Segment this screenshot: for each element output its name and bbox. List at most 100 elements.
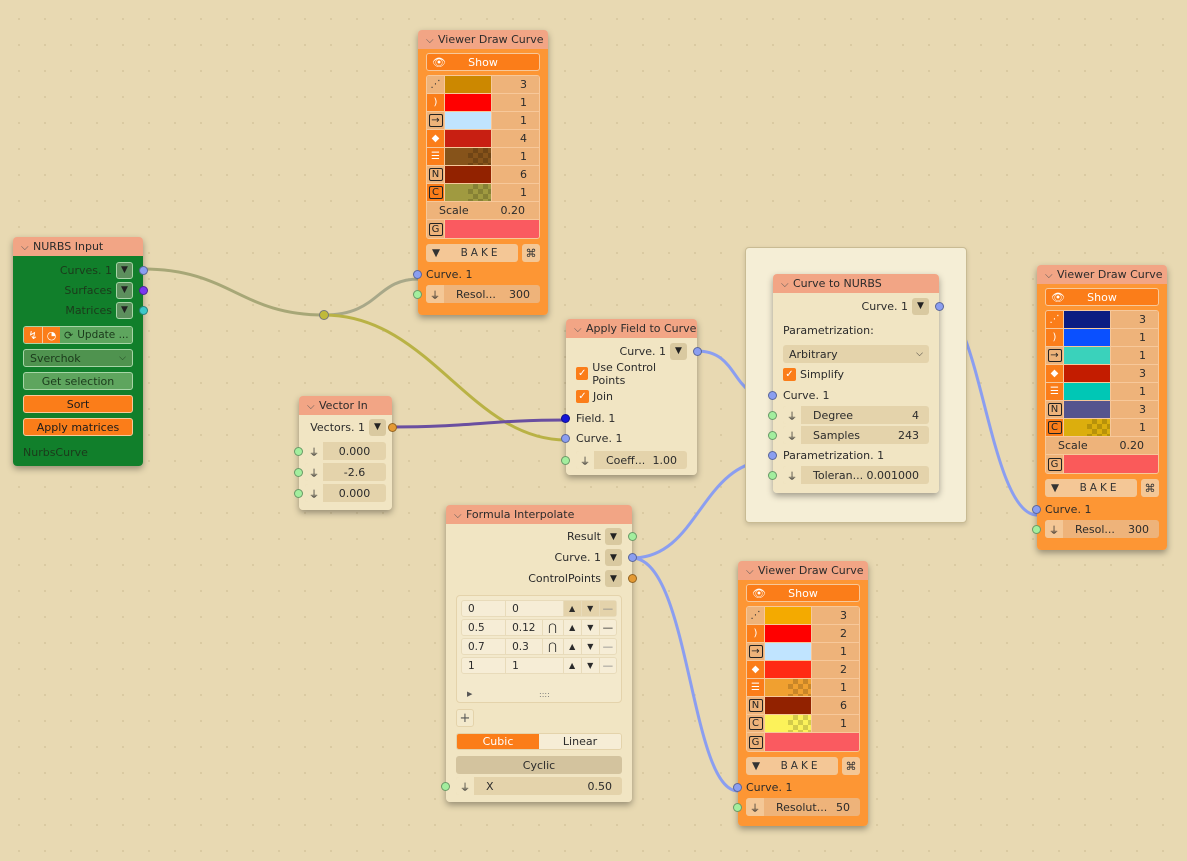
edge-width[interactable]: 2 (811, 625, 859, 642)
mode-cubic-button[interactable]: Cubic (457, 734, 539, 749)
nodes-color-swatch[interactable] (445, 166, 491, 183)
row-arrows[interactable]: → 1 (1046, 347, 1158, 365)
remove-icon[interactable]: — (600, 620, 616, 635)
input-socket-x[interactable] (441, 781, 450, 791)
curvature-width[interactable]: 1 (1110, 419, 1158, 436)
input-socket-tolerance[interactable] (768, 470, 777, 480)
output-socket-surfaces[interactable] (139, 285, 148, 295)
input-socket-degree[interactable] (768, 410, 777, 420)
control-point-size[interactable]: 4 (491, 130, 539, 147)
scale-field[interactable]: Scale 0.20 (1046, 437, 1158, 455)
output-socket-vectors[interactable] (388, 422, 397, 432)
g-icon[interactable]: G (427, 220, 445, 238)
curve-mode-icon[interactable]: ⋂ (543, 639, 564, 654)
row-vertices[interactable]: ⋰ 3 (1046, 311, 1158, 329)
curves-dropdown[interactable]: ▼ (116, 261, 133, 279)
edge-color-swatch[interactable] (1064, 329, 1110, 346)
lines-icon[interactable]: ☰ (747, 679, 765, 696)
arrow-icon[interactable]: → (427, 112, 445, 129)
draw-control-icon[interactable]: ⌘ (1141, 479, 1159, 497)
parametrization-dropdown[interactable]: Arbitrary ⌵ (783, 345, 929, 363)
vertex-color-swatch[interactable] (765, 607, 811, 624)
row-control-points[interactable]: ◆ 3 (1046, 365, 1158, 383)
diamond-icon[interactable]: ◆ (1046, 365, 1064, 382)
add-point-button[interactable]: + (456, 709, 474, 727)
lines-icon[interactable]: ☰ (427, 148, 445, 165)
show-button[interactable]: 👁 Show (426, 53, 540, 71)
vectors-dropdown[interactable]: ▼ (369, 418, 386, 436)
row-curvature[interactable]: C1 (427, 184, 539, 202)
row-arrows[interactable]: → 1 (427, 112, 539, 130)
input-socket-x[interactable] (294, 446, 303, 456)
mode-linear-button[interactable]: Linear (539, 734, 621, 749)
g-color-swatch[interactable] (1064, 455, 1158, 473)
input-socket-resolution[interactable] (413, 289, 422, 299)
draw-control-icon[interactable]: ⌘ (842, 757, 860, 775)
samples-field[interactable]: ⏚ Samples 243 (783, 426, 929, 444)
output-socket-curve[interactable] (935, 301, 944, 311)
row-control-points[interactable]: ◆ 4 (427, 130, 539, 148)
control-point-row[interactable]: 0 0 ▲ ▼ — (461, 600, 617, 617)
arrow-icon[interactable]: → (1046, 347, 1064, 364)
row-edges[interactable]: ) 1 (427, 94, 539, 112)
move-up-icon[interactable]: ▲ (564, 620, 582, 635)
row-vertices[interactable]: ⋰ 3 (747, 607, 859, 625)
control-point-color-swatch[interactable] (765, 661, 811, 678)
curvature-width[interactable]: 1 (811, 715, 859, 732)
move-down-icon[interactable]: ▼ (582, 639, 600, 654)
join-checkbox[interactable]: ✓ (576, 390, 589, 403)
matrices-dropdown[interactable]: ▼ (116, 301, 133, 319)
draw-control-icon[interactable]: ⌘ (522, 244, 540, 262)
node-viewer-draw-curve-top[interactable]: ⌵ Viewer Draw Curve 👁 Show ⋰ 3 ) 1 → 1 ◆ 4 ☰ 1 … (413, 30, 548, 315)
edge-icon[interactable]: ) (747, 625, 765, 642)
move-up-icon[interactable]: ▲ (563, 601, 582, 616)
row-curvature[interactable]: C1 (747, 715, 859, 733)
row-nodes[interactable]: N3 (1046, 401, 1158, 419)
node-curve-to-nurbs[interactable]: ⌵ Curve to NURBS Curve. 1 ▼ Parametrizatio… (768, 274, 944, 493)
point-y[interactable]: 1 (506, 658, 564, 673)
control-polygon-width[interactable]: 1 (811, 679, 859, 696)
vertex-color-swatch[interactable] (445, 76, 491, 93)
nodes-size[interactable]: 3 (1110, 401, 1158, 418)
control-point-row[interactable]: 1 1 ▲ ▼ — (461, 657, 617, 674)
input-socket-curve[interactable] (733, 782, 742, 792)
row-nodes[interactable]: N6 (427, 166, 539, 184)
nodes-size[interactable]: 6 (491, 166, 539, 183)
curve-mode-icon[interactable]: ⋂ (543, 620, 564, 635)
node-viewer-draw-curve-right[interactable]: ⌵ Viewer Draw Curve 👁 Show ⋰ 3 ) 1 → 1 ◆ 3 ☰ 1 … (1032, 265, 1167, 550)
input-socket-resolution[interactable] (733, 802, 742, 812)
node-header[interactable]: ⌵ Curve to NURBS (773, 274, 939, 293)
node-header[interactable]: ⌵ NURBS Input (13, 237, 143, 256)
remove-icon[interactable]: — (600, 639, 616, 654)
control-point-row[interactable]: 0.7 0.3 ⋂ ▲ ▼ — (461, 638, 617, 655)
surfaces-dropdown[interactable]: ▼ (116, 281, 133, 299)
c-icon[interactable]: C (427, 184, 445, 201)
x-field[interactable]: ⏚ X 0.50 (456, 777, 622, 795)
sort-button[interactable]: Sort (23, 395, 133, 413)
control-point-size[interactable]: 3 (1110, 365, 1158, 382)
vertex-icon[interactable]: ⋰ (747, 607, 765, 624)
row-g[interactable]: G (747, 733, 859, 751)
point-y[interactable]: 0.12 (506, 620, 543, 635)
row-arrows[interactable]: → 1 (747, 643, 859, 661)
input-socket-coefficient[interactable] (561, 455, 570, 465)
nodes-color-swatch[interactable] (765, 697, 811, 714)
control-point-color-swatch[interactable] (1064, 365, 1110, 382)
control-point-row[interactable]: 0.5 0.12 ⋂ ▲ ▼ — (461, 619, 617, 636)
node-vector-in[interactable]: ⌵ Vector In Vectors. 1 ▼ ⏚ 0.000 ⏚ -2.6 ⏚ 0.0… (294, 396, 397, 510)
move-up-icon[interactable]: ▲ (564, 658, 582, 673)
x-field[interactable]: ⏚ 0.000 (305, 442, 386, 460)
node-nurbs-input[interactable]: ⌵ NURBS Input Curves. 1 ▼ Surfaces ▼ Matric… (13, 237, 148, 466)
output-socket-curve[interactable] (628, 553, 637, 562)
node-header[interactable]: ⌵ Viewer Draw Curve (1037, 265, 1167, 284)
collapse-chevron-icon[interactable]: ⌵ (307, 397, 319, 416)
lines-icon[interactable]: ☰ (1046, 383, 1064, 400)
apply-matrices-button[interactable]: Apply matrices (23, 418, 133, 436)
diamond-icon[interactable]: ◆ (747, 661, 765, 678)
collapse-chevron-icon[interactable]: ⌵ (426, 31, 438, 50)
coefficient-field[interactable]: ⏚ Coeff... 1.00 (576, 451, 687, 469)
output-socket-result[interactable] (628, 532, 637, 541)
collapse-chevron-icon[interactable]: ⌵ (21, 238, 33, 257)
collapse-chevron-icon[interactable]: ⌵ (454, 506, 466, 525)
point-x[interactable]: 0.5 (462, 620, 507, 635)
